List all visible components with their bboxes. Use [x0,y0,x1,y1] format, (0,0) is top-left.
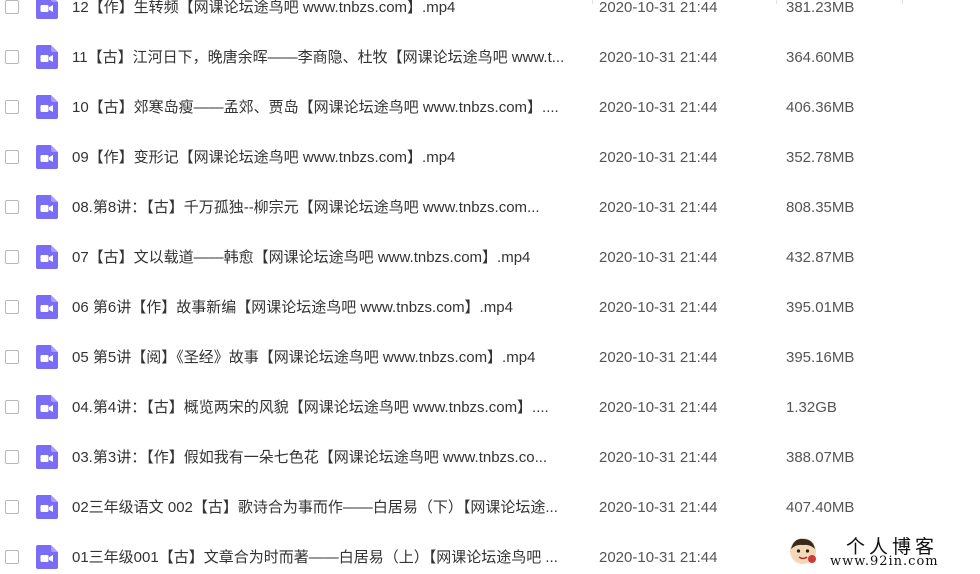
file-row[interactable]: 03.第3讲：【作】假如我有一朵七色花【网课论坛途鸟吧 www.tnbzs.co… [0,433,980,483]
file-row[interactable]: 04.第4讲：【古】概览两宋的风貌【网课论坛途鸟吧 www.tnbzs.com】… [0,383,980,433]
select-checkbox[interactable] [5,550,19,564]
avatar-icon [790,538,816,564]
video-file-icon [36,0,58,19]
file-row[interactable]: 12【作】生转频【网课论坛途鸟吧 www.tnbzs.com】.mp4 2020-… [0,0,980,33]
file-date: 2020-10-31 21:44 [599,49,718,66]
file-row[interactable]: 05 第5讲【阅】《圣经》故事【网课论坛途鸟吧 www.tnbzs.com】.m… [0,333,980,383]
video-file-icon [36,145,58,169]
file-date: 2020-10-31 21:44 [599,349,718,366]
file-size: 808.35MB [786,199,855,216]
select-checkbox[interactable] [5,400,19,414]
file-date: 2020-10-31 21:44 [599,299,718,316]
video-file-icon [36,545,58,569]
file-date: 2020-10-31 21:44 [599,449,718,466]
file-date: 2020-10-31 21:44 [599,499,718,516]
select-checkbox[interactable] [5,500,19,514]
video-file-icon [36,345,58,369]
file-row[interactable]: 09【作】变形记【网课论坛途鸟吧 www.tnbzs.com】.mp4 2020-… [0,133,980,183]
video-file-icon [36,245,58,269]
video-file-icon [36,495,58,519]
watermark-url: www.92in.com [830,554,939,569]
blog-watermark: 个人博客 www.92in.com [786,530,976,572]
file-name[interactable]: 11【古】江河日下，晚唐余晖——李商隐、杜牧【网课论坛途鸟吧 www.t... [72,48,582,68]
file-date: 2020-10-31 21:44 [599,99,718,116]
select-checkbox[interactable] [5,50,19,64]
select-checkbox[interactable] [5,0,19,14]
file-name[interactable]: 03.第3讲：【作】假如我有一朵七色花【网课论坛途鸟吧 www.tnbzs.co… [72,448,582,468]
video-file-icon [36,295,58,319]
file-size: 395.16MB [786,349,855,366]
file-date: 2020-10-31 21:44 [599,0,718,16]
file-row[interactable]: 10【古】郊寒岛瘦——孟郊、贾岛【网课论坛途鸟吧 www.tnbzs.com】.… [0,83,980,133]
file-size: 432.87MB [786,249,855,266]
file-date: 2020-10-31 21:44 [599,199,718,216]
file-date: 2020-10-31 21:44 [599,549,718,566]
file-size: 395.01MB [786,299,855,316]
file-size: 388.07MB [786,449,855,466]
select-checkbox[interactable] [5,300,19,314]
select-checkbox[interactable] [5,350,19,364]
file-name[interactable]: 07【古】文以载道——韩愈【网课论坛途鸟吧 www.tnbzs.com】.mp4 [72,248,582,268]
file-size: 406.36MB [786,99,855,116]
select-checkbox[interactable] [5,200,19,214]
video-file-icon [36,445,58,469]
select-checkbox[interactable] [5,100,19,114]
file-name[interactable]: 06 第6讲【作】故事新编【网课论坛途鸟吧 www.tnbzs.com】.mp4 [72,298,582,318]
file-row[interactable]: 08.第8讲：【古】千万孤独--柳宗元【网课论坛途鸟吧 www.tnbzs.co… [0,183,980,233]
file-date: 2020-10-31 21:44 [599,149,718,166]
file-name[interactable]: 09【作】变形记【网课论坛途鸟吧 www.tnbzs.com】.mp4 [72,148,582,168]
select-checkbox[interactable] [5,450,19,464]
file-date: 2020-10-31 21:44 [599,249,718,266]
file-rows: 12【作】生转频【网课论坛途鸟吧 www.tnbzs.com】.mp4 2020-… [0,0,980,574]
file-size: 407.40MB [786,499,855,516]
file-size: 352.78MB [786,149,855,166]
file-name[interactable]: 04.第4讲：【古】概览两宋的风貌【网课论坛途鸟吧 www.tnbzs.com】… [72,398,582,418]
video-file-icon [36,95,58,119]
file-name[interactable]: 05 第5讲【阅】《圣经》故事【网课论坛途鸟吧 www.tnbzs.com】.m… [72,348,582,368]
file-size: 1.32GB [786,399,837,416]
file-name[interactable]: 10【古】郊寒岛瘦——孟郊、贾岛【网课论坛途鸟吧 www.tnbzs.com】.… [72,98,582,118]
file-name[interactable]: 08.第8讲：【古】千万孤独--柳宗元【网课论坛途鸟吧 www.tnbzs.co… [72,198,582,218]
file-size: 364.60MB [786,49,855,66]
select-checkbox[interactable] [5,250,19,264]
file-row[interactable]: 06 第6讲【作】故事新编【网课论坛途鸟吧 www.tnbzs.com】.mp4… [0,283,980,333]
select-checkbox[interactable] [5,150,19,164]
file-name[interactable]: 02三年级语文 002【古】歌诗合为事而作——白居易（下）【网课论坛途... [72,498,582,518]
video-file-icon [36,45,58,69]
file-name[interactable]: 01三年级001【古】文章合为时而著——白居易（上）【网课论坛途鸟吧 ... [72,548,582,568]
file-row[interactable]: 07【古】文以载道——韩愈【网课论坛途鸟吧 www.tnbzs.com】.mp4… [0,233,980,283]
file-size: 381.23MB [786,0,855,16]
file-list: 12【作】生转频【网课论坛途鸟吧 www.tnbzs.com】.mp4 2020-… [0,0,980,574]
file-row[interactable]: 11【古】江河日下，晚唐余晖——李商隐、杜牧【网课论坛途鸟吧 www.t... 2… [0,33,980,83]
file-date: 2020-10-31 21:44 [599,399,718,416]
file-name[interactable]: 12【作】生转频【网课论坛途鸟吧 www.tnbzs.com】.mp4 [72,0,582,18]
video-file-icon [36,395,58,419]
video-file-icon [36,195,58,219]
file-row[interactable]: 02三年级语文 002【古】歌诗合为事而作——白居易（下）【网课论坛途... 20… [0,483,980,533]
